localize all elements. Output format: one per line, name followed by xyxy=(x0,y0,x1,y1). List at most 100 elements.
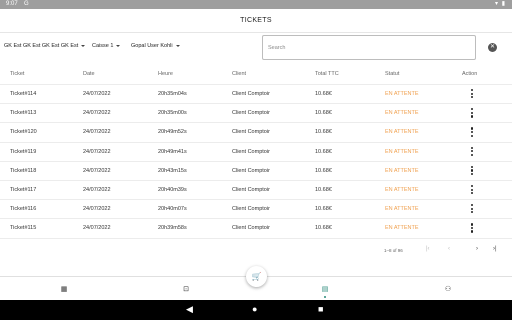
column-header-ticket[interactable]: Ticket xyxy=(10,63,24,85)
filter-bar: GK Est GK Est GK Est GK Est Caisse 1 Gop… xyxy=(0,34,512,62)
status-badge: EN ATTENTE xyxy=(385,167,419,174)
tickets-icon[interactable]: ▤ xyxy=(320,285,330,295)
ticket-client: Client Comptoir xyxy=(232,186,270,193)
more-vert-icon[interactable] xyxy=(470,89,474,101)
prev-page-icon[interactable]: ‹ xyxy=(448,246,450,252)
scan-icon[interactable]: ⊡ xyxy=(181,285,191,295)
app-bar: TICKETS xyxy=(0,9,512,33)
ticket-client: Client Comptoir xyxy=(232,225,270,232)
ticket-date: 24/07/2022 xyxy=(83,148,111,155)
column-header-status[interactable]: Statut xyxy=(385,63,399,85)
column-header-total[interactable]: Total TTC xyxy=(315,63,339,85)
ticket-client: Client Comptoir xyxy=(232,148,270,155)
profile-icon[interactable]: ⚇ xyxy=(443,285,453,295)
ticket-number: Ticket#114 xyxy=(10,91,37,97)
table-row[interactable]: Ticket#113 24/07/2022 20h35m00s Client C… xyxy=(0,104,512,124)
table-row[interactable]: Ticket#117 24/07/2022 20h40m39s Client C… xyxy=(0,181,512,201)
ticket-client: Client Comptoir xyxy=(232,167,270,174)
ticket-time: 20h49m41s xyxy=(158,148,187,155)
more-vert-icon[interactable] xyxy=(470,127,474,139)
google-icon: G xyxy=(24,1,29,7)
ticket-total: 10.68€ xyxy=(315,225,332,232)
ticket-total: 10.68€ xyxy=(315,186,332,193)
pagination-range: 1–8 of 96 xyxy=(384,248,403,253)
cart-button[interactable]: 🛒 xyxy=(246,266,267,287)
ticket-date: 24/07/2022 xyxy=(83,110,111,117)
shop-dropdown[interactable]: GK Est GK Est GK Est GK Est xyxy=(4,43,86,49)
status-badge: EN ATTENTE xyxy=(385,129,419,136)
status-badge: EN ATTENTE xyxy=(385,110,419,117)
home-icon[interactable]: ● xyxy=(252,304,257,315)
ticket-number: Ticket#113 xyxy=(10,110,37,117)
ticket-total: 10.68€ xyxy=(315,206,332,213)
column-header-action: Action xyxy=(462,71,478,77)
table-row[interactable]: Ticket#115 24/07/2022 20h39m58s Client C… xyxy=(0,219,512,239)
table-row[interactable]: Ticket#120 24/07/2022 20h49m52s Client C… xyxy=(0,123,512,143)
active-indicator xyxy=(324,296,326,298)
status-badge: EN ATTENTE xyxy=(385,91,419,97)
next-page-icon[interactable]: › xyxy=(476,246,478,252)
system-navigation-bar: ◀ ● ■ xyxy=(0,300,512,320)
table-row[interactable]: Ticket#119 24/07/2022 20h49m41s Client C… xyxy=(0,143,512,162)
ticket-number: Ticket#120 xyxy=(10,129,37,136)
pagination: 1–8 of 96 |‹ ‹ › ›| xyxy=(0,243,512,259)
more-vert-icon[interactable] xyxy=(470,146,474,159)
chevron-down-icon xyxy=(81,44,86,47)
ticket-client: Client Comptoir xyxy=(232,91,270,97)
last-page-icon[interactable]: ›| xyxy=(493,246,497,252)
column-header-time[interactable]: Heure xyxy=(158,63,173,85)
ticket-time: 20h40m39s xyxy=(158,186,187,193)
ticket-time: 20h35m04s xyxy=(158,91,187,97)
search-box[interactable] xyxy=(262,35,476,60)
more-vert-icon[interactable] xyxy=(470,223,474,235)
user-dropdown[interactable]: Gopal User Kohli xyxy=(131,43,180,49)
more-vert-icon[interactable] xyxy=(470,108,474,120)
ticket-date: 24/07/2022 xyxy=(83,129,111,136)
column-header-date[interactable]: Date xyxy=(83,63,95,85)
chevron-down-icon xyxy=(116,44,121,47)
ticket-time: 20h43m15s xyxy=(158,167,187,174)
table-row[interactable]: Ticket#114 24/07/2022 20h35m04s Client C… xyxy=(0,85,512,105)
ticket-client: Client Comptoir xyxy=(232,110,270,117)
recents-icon[interactable]: ■ xyxy=(318,304,323,315)
clock: 9:07 xyxy=(6,1,18,7)
ticket-number: Ticket#115 xyxy=(10,225,37,232)
ticket-total: 10.68€ xyxy=(315,110,332,117)
more-vert-icon[interactable] xyxy=(470,204,474,216)
ticket-number: Ticket#118 xyxy=(10,167,37,174)
shop-dropdown-value: GK Est GK Est GK Est GK Est xyxy=(4,43,79,49)
register-dropdown-value: Caisse 1 xyxy=(92,43,114,49)
clear-search-icon[interactable]: ✕ xyxy=(488,43,497,52)
ticket-total: 10.68€ xyxy=(315,129,332,136)
ticket-total: 10.68€ xyxy=(315,148,332,155)
table-header: Ticket Date Heure Client Total TTC Statu… xyxy=(0,63,512,85)
ticket-time: 20h49m52s xyxy=(158,129,187,136)
back-icon[interactable]: ◀ xyxy=(186,304,193,315)
ticket-time: 20h40m07s xyxy=(158,206,187,213)
ticket-number: Ticket#116 xyxy=(10,206,37,213)
ticket-date: 24/07/2022 xyxy=(83,206,111,213)
user-dropdown-value: Gopal User Kohli xyxy=(131,43,173,49)
page-title: TICKETS xyxy=(240,17,272,24)
column-header-client[interactable]: Client xyxy=(232,63,246,85)
status-badge: EN ATTENTE xyxy=(385,206,419,213)
system-status-icons: ▾ ▮ xyxy=(495,1,506,7)
tickets-table: Ticket Date Heure Client Total TTC Statu… xyxy=(0,63,512,239)
register-dropdown[interactable]: Caisse 1 xyxy=(92,43,121,49)
dashboard-icon[interactable]: ▦ xyxy=(59,285,69,295)
ticket-time: 20h39m58s xyxy=(158,225,187,232)
table-row[interactable]: Ticket#118 24/07/2022 20h43m15s Client C… xyxy=(0,162,512,181)
ticket-total: 10.68€ xyxy=(315,91,332,97)
table-row[interactable]: Ticket#116 24/07/2022 20h40m07s Client C… xyxy=(0,200,512,220)
ticket-date: 24/07/2022 xyxy=(83,186,111,193)
ticket-time: 20h35m00s xyxy=(158,110,187,117)
ticket-client: Client Comptoir xyxy=(232,206,270,213)
more-vert-icon[interactable] xyxy=(470,165,474,178)
more-vert-icon[interactable] xyxy=(470,184,474,197)
status-badge: EN ATTENTE xyxy=(385,186,419,193)
status-badge: EN ATTENTE xyxy=(385,225,419,232)
ticket-date: 24/07/2022 xyxy=(83,225,111,232)
status-badge: EN ATTENTE xyxy=(385,148,419,155)
first-page-icon[interactable]: |‹ xyxy=(426,246,430,252)
search-input[interactable] xyxy=(263,36,475,60)
